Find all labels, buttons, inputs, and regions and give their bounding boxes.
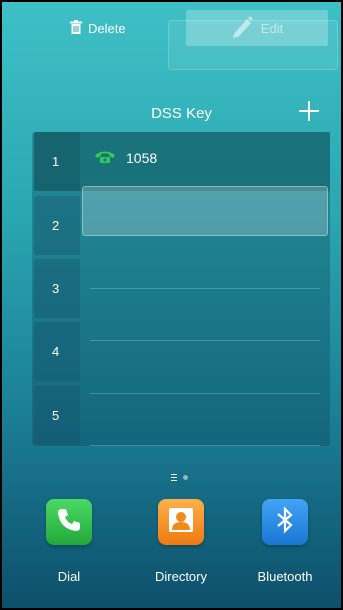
dss-key-tab-5[interactable]: 5 xyxy=(34,386,80,445)
delete-button[interactable]: Delete xyxy=(70,18,126,38)
divider xyxy=(90,445,320,446)
dial-label: Dial xyxy=(57,569,81,584)
page-indicator xyxy=(171,474,188,481)
key-index: 2 xyxy=(52,218,60,233)
bluetooth-label: Bluetooth xyxy=(257,569,313,584)
phone-icon xyxy=(94,150,116,167)
dss-key-tab-2[interactable]: 2 xyxy=(34,196,80,255)
dial-app[interactable]: Dial xyxy=(24,499,114,584)
delete-label: Delete xyxy=(88,20,126,36)
key-index: 1 xyxy=(52,154,60,169)
dss-key-tab-1[interactable]: 1 xyxy=(34,132,80,191)
page-indicator-dot[interactable] xyxy=(183,475,188,480)
dss-key-title: DSS Key xyxy=(151,105,212,122)
plus-icon xyxy=(298,100,320,127)
dss-key-tab-3[interactable]: 3 xyxy=(34,259,80,318)
bluetooth-tile xyxy=(262,499,308,545)
bluetooth-app[interactable]: Bluetooth xyxy=(240,499,330,584)
directory-app[interactable]: Directory xyxy=(136,499,226,584)
key-index: 5 xyxy=(52,408,60,423)
action-bar: Delete Edit xyxy=(0,0,343,70)
edit-label: Edit xyxy=(260,20,284,36)
directory-label: Directory xyxy=(154,569,207,584)
bluetooth-icon xyxy=(275,505,295,539)
dss-key-2-row[interactable] xyxy=(82,186,328,236)
edit-button[interactable]: Edit xyxy=(186,10,328,46)
divider xyxy=(90,393,320,394)
directory-tile xyxy=(158,499,204,545)
page-indicator-current xyxy=(171,474,177,481)
dss-key-1-content[interactable]: 1058 xyxy=(94,148,157,168)
divider xyxy=(90,288,320,289)
dss-key-1-label: 1058 xyxy=(126,150,158,166)
add-key-button[interactable] xyxy=(294,98,324,128)
contact-icon xyxy=(166,506,196,539)
phone-icon xyxy=(56,507,82,538)
dss-key-tab-4[interactable]: 4 xyxy=(34,322,80,381)
divider xyxy=(90,340,320,341)
dial-tile xyxy=(46,499,92,545)
pencil-icon xyxy=(231,15,253,42)
key-index: 3 xyxy=(52,281,60,296)
key-index: 4 xyxy=(52,344,60,359)
trash-icon xyxy=(70,19,82,37)
